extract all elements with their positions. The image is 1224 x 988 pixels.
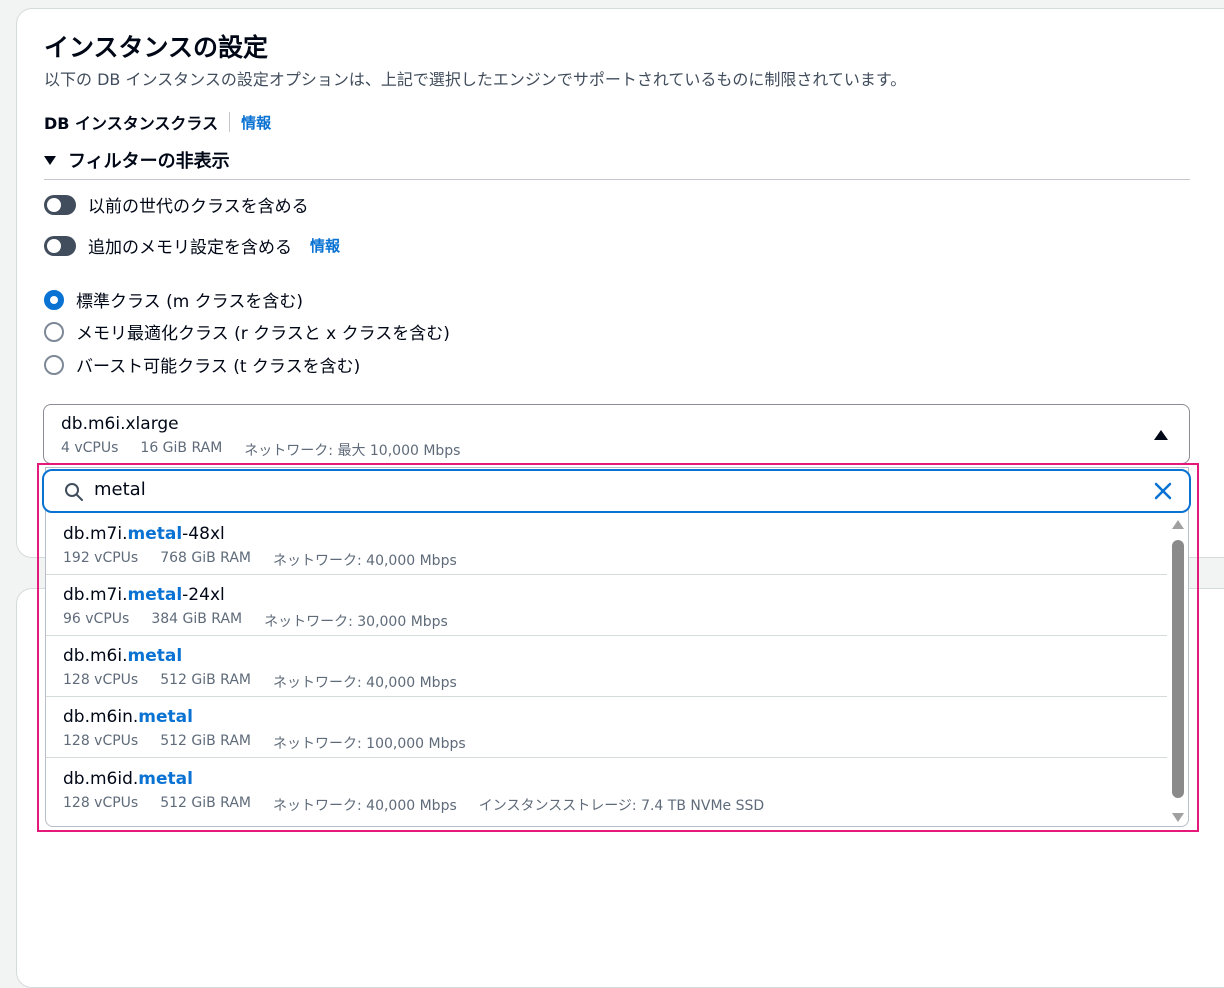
radio-standard-label: 標準クラス (m クラスを含む): [76, 292, 303, 312]
memory-config-info-link[interactable]: 情報: [310, 235, 340, 256]
radio-memory-optimized-classes[interactable]: メモリ最適化クラス (r クラスと x クラスを含む): [44, 319, 450, 344]
include-memory-config-label: 追加のメモリ設定を含める: [88, 238, 292, 258]
radio-standard-classes[interactable]: 標準クラス (m クラスを含む): [44, 287, 303, 312]
instance-class-label: DB インスタンスクラス 情報: [44, 110, 271, 134]
section-description: 以下の DB インスタンスの設定オプションは、上記で選択したエンジンでサポートさ…: [44, 70, 907, 89]
radio-button[interactable]: [44, 321, 64, 342]
highlight-box: [37, 463, 1199, 832]
instance-class-info-link[interactable]: 情報: [241, 112, 271, 133]
include-memory-config-toggle[interactable]: [44, 235, 76, 256]
include-memory-config-toggle-row: 追加のメモリ設定を含める 情報: [44, 233, 340, 258]
caret-down-icon: [44, 155, 56, 165]
include-previous-generation-toggle-row: 以前の世代のクラスを含める: [44, 192, 309, 217]
section-title: インスタンスの設定: [44, 33, 269, 62]
selected-instance-name: db.m6i.xlarge: [61, 414, 179, 434]
include-previous-generation-toggle[interactable]: [44, 194, 76, 215]
label-separator: [229, 112, 231, 132]
divider: [44, 179, 1190, 180]
selected-instance-specs: 4 vCPUs 16 GiB RAM ネットワーク: 最大 10,000 Mbp…: [61, 440, 460, 460]
instance-class-select[interactable]: db.m6i.xlarge 4 vCPUs 16 GiB RAM ネットワーク:…: [43, 404, 1190, 464]
radio-button[interactable]: [44, 354, 64, 375]
radio-burstable-classes[interactable]: バースト可能クラス (t クラスを含む): [44, 352, 360, 377]
filter-hide-toggle[interactable]: フィルターの非表示: [44, 147, 230, 173]
include-previous-generation-label: 以前の世代のクラスを含める: [88, 197, 309, 217]
radio-burstable-label: バースト可能クラス (t クラスを含む): [76, 357, 361, 377]
selected-ram: 16 GiB RAM: [140, 440, 223, 456]
selected-vcpu: 4 vCPUs: [61, 440, 119, 456]
instance-class-label-text: DB インスタンスクラス: [44, 114, 219, 133]
caret-up-icon[interactable]: [1154, 430, 1168, 440]
filter-hide-label: フィルターの非表示: [68, 151, 230, 172]
selected-network: ネットワーク: 最大 10,000 Mbps: [244, 443, 461, 459]
radio-button-checked[interactable]: [44, 289, 64, 310]
radio-memory-optimized-label: メモリ最適化クラス (r クラスと x クラスを含む): [76, 324, 450, 344]
